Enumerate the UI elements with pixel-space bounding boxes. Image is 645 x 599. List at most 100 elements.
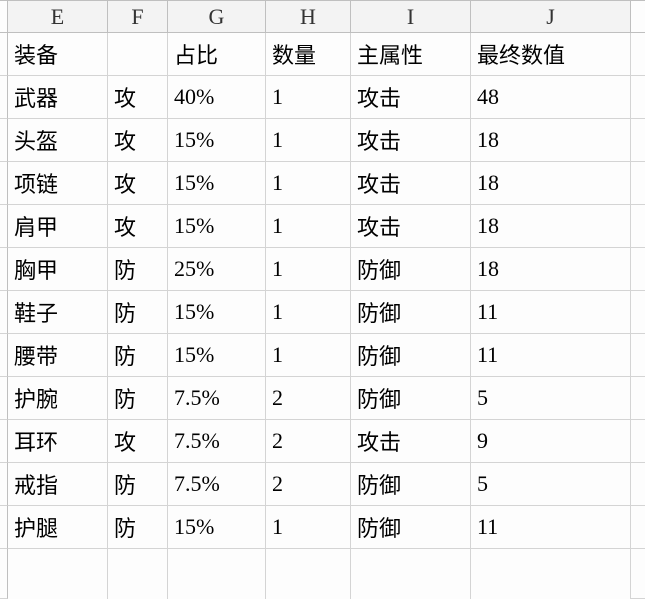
cell-qty[interactable]: 2 xyxy=(266,420,351,463)
cell-mainattr[interactable]: 防御 xyxy=(351,291,471,334)
header-cell-mainattr[interactable]: 主属性 xyxy=(351,33,471,76)
cell-qty[interactable]: 1 xyxy=(266,76,351,119)
row-tail xyxy=(631,549,645,599)
cell-mainattr[interactable]: 防御 xyxy=(351,334,471,377)
cell-equip[interactable]: 肩甲 xyxy=(8,205,108,248)
row-tail xyxy=(631,33,645,76)
cell-final[interactable]: 18 xyxy=(471,119,631,162)
cell-equip[interactable]: 护腕 xyxy=(8,377,108,420)
cell-final[interactable]: 5 xyxy=(471,463,631,506)
cell-equip[interactable]: 鞋子 xyxy=(8,291,108,334)
row-tail xyxy=(631,506,645,549)
cell-ratio[interactable]: 7.5% xyxy=(168,463,266,506)
cell-final[interactable]: 9 xyxy=(471,420,631,463)
cell-final[interactable]: 18 xyxy=(471,205,631,248)
cell-equip[interactable]: 武器 xyxy=(8,76,108,119)
cell-equip[interactable]: 项链 xyxy=(8,162,108,205)
cell-final[interactable]: 11 xyxy=(471,291,631,334)
cell-ratio[interactable]: 40% xyxy=(168,76,266,119)
cell-qty[interactable]: 1 xyxy=(266,119,351,162)
empty-cell[interactable] xyxy=(266,549,351,599)
cell-type[interactable]: 攻 xyxy=(108,420,168,463)
cell-qty[interactable]: 1 xyxy=(266,205,351,248)
row-lead xyxy=(0,506,8,549)
cell-equip[interactable]: 耳环 xyxy=(8,420,108,463)
cell-equip[interactable]: 戒指 xyxy=(8,463,108,506)
cell-mainattr[interactable]: 防御 xyxy=(351,248,471,291)
cell-ratio[interactable]: 7.5% xyxy=(168,420,266,463)
cell-mainattr[interactable]: 防御 xyxy=(351,463,471,506)
cell-ratio[interactable]: 7.5% xyxy=(168,377,266,420)
cell-type[interactable]: 防 xyxy=(108,377,168,420)
cell-mainattr[interactable]: 攻击 xyxy=(351,162,471,205)
header-cell-final[interactable]: 最终数值 xyxy=(471,33,631,76)
empty-row xyxy=(0,549,645,599)
cell-ratio[interactable]: 15% xyxy=(168,162,266,205)
row-lead xyxy=(0,334,8,377)
cell-final[interactable]: 5 xyxy=(471,377,631,420)
col-header-lead xyxy=(0,1,8,33)
cell-ratio[interactable]: 15% xyxy=(168,119,266,162)
column-header-row: E F G H I J xyxy=(0,0,645,33)
cell-type[interactable]: 防 xyxy=(108,506,168,549)
cell-qty[interactable]: 2 xyxy=(266,377,351,420)
row-tail xyxy=(631,377,645,420)
empty-cell[interactable] xyxy=(108,549,168,599)
col-header-I[interactable]: I xyxy=(351,1,471,33)
header-cell-f[interactable] xyxy=(108,33,168,76)
row-lead xyxy=(0,119,8,162)
cell-final[interactable]: 18 xyxy=(471,162,631,205)
col-header-F[interactable]: F xyxy=(108,1,168,33)
cell-final[interactable]: 11 xyxy=(471,334,631,377)
cell-final[interactable]: 18 xyxy=(471,248,631,291)
cell-qty[interactable]: 1 xyxy=(266,162,351,205)
cell-type[interactable]: 防 xyxy=(108,248,168,291)
col-header-G[interactable]: G xyxy=(168,1,266,33)
cell-equip[interactable]: 胸甲 xyxy=(8,248,108,291)
row-lead xyxy=(0,33,8,76)
row-tail xyxy=(631,334,645,377)
table-row: 胸甲 防 25% 1 防御 18 xyxy=(0,248,645,291)
spreadsheet[interactable]: E F G H I J 装备 占比 数量 主属性 最终数值 武器 攻 40% 1… xyxy=(0,0,645,597)
cell-type[interactable]: 攻 xyxy=(108,205,168,248)
cell-equip[interactable]: 头盔 xyxy=(8,119,108,162)
header-cell-qty[interactable]: 数量 xyxy=(266,33,351,76)
row-lead xyxy=(0,291,8,334)
cell-mainattr[interactable]: 防御 xyxy=(351,506,471,549)
cell-equip[interactable]: 护腿 xyxy=(8,506,108,549)
cell-qty[interactable]: 2 xyxy=(266,463,351,506)
cell-type[interactable]: 攻 xyxy=(108,76,168,119)
cell-ratio[interactable]: 15% xyxy=(168,506,266,549)
cell-ratio[interactable]: 15% xyxy=(168,334,266,377)
cell-type[interactable]: 攻 xyxy=(108,162,168,205)
cell-mainattr[interactable]: 攻击 xyxy=(351,119,471,162)
cell-mainattr[interactable]: 防御 xyxy=(351,377,471,420)
cell-qty[interactable]: 1 xyxy=(266,291,351,334)
col-header-E[interactable]: E xyxy=(8,1,108,33)
col-header-J[interactable]: J xyxy=(471,1,631,33)
empty-cell[interactable] xyxy=(168,549,266,599)
cell-mainattr[interactable]: 攻击 xyxy=(351,76,471,119)
header-cell-ratio[interactable]: 占比 xyxy=(168,33,266,76)
cell-type[interactable]: 防 xyxy=(108,291,168,334)
cell-mainattr[interactable]: 攻击 xyxy=(351,420,471,463)
col-header-H[interactable]: H xyxy=(266,1,351,33)
cell-qty[interactable]: 1 xyxy=(266,506,351,549)
cell-ratio[interactable]: 25% xyxy=(168,248,266,291)
empty-cell[interactable] xyxy=(8,549,108,599)
cell-mainattr[interactable]: 攻击 xyxy=(351,205,471,248)
cell-qty[interactable]: 1 xyxy=(266,248,351,291)
cell-qty[interactable]: 1 xyxy=(266,334,351,377)
cell-type[interactable]: 攻 xyxy=(108,119,168,162)
cell-final[interactable]: 11 xyxy=(471,506,631,549)
cell-ratio[interactable]: 15% xyxy=(168,205,266,248)
cell-type[interactable]: 防 xyxy=(108,334,168,377)
empty-cell[interactable] xyxy=(351,549,471,599)
cell-ratio[interactable]: 15% xyxy=(168,291,266,334)
cell-equip[interactable]: 腰带 xyxy=(8,334,108,377)
cell-final[interactable]: 48 xyxy=(471,76,631,119)
header-cell-equip[interactable]: 装备 xyxy=(8,33,108,76)
cell-type[interactable]: 防 xyxy=(108,463,168,506)
empty-cell[interactable] xyxy=(471,549,631,599)
table-row: 项链 攻 15% 1 攻击 18 xyxy=(0,162,645,205)
